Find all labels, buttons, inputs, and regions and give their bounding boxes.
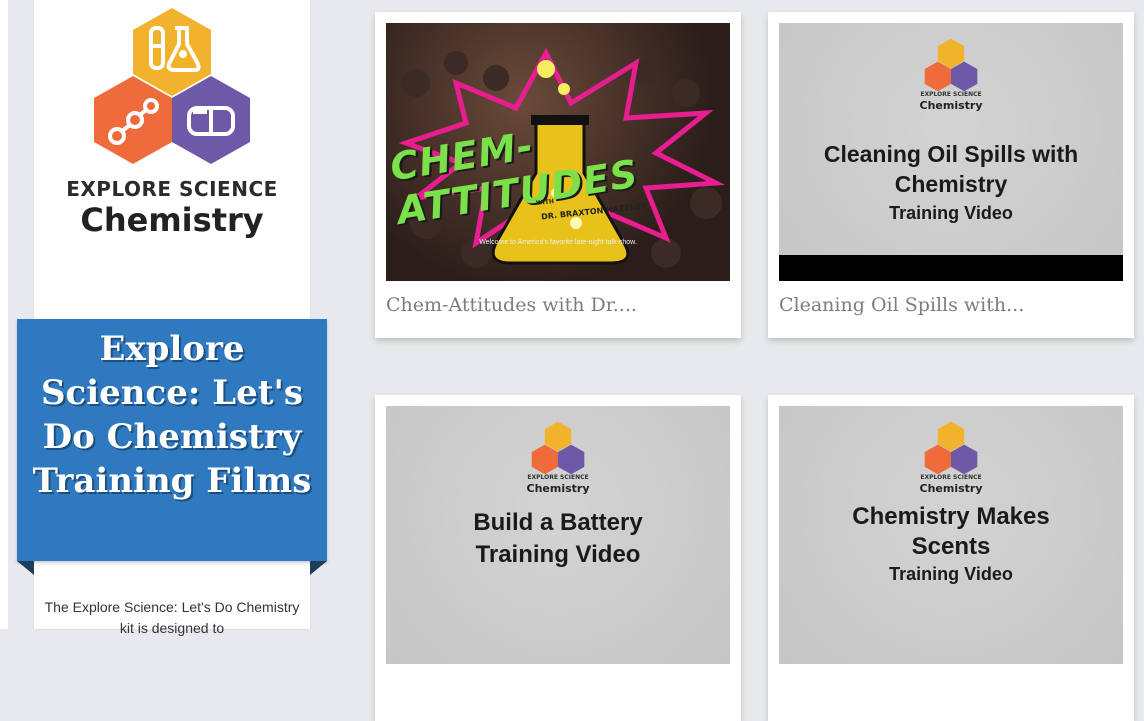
video-thumbnail[interactable]: EXPLORE SCIENCE Chemistry Build a Batter… bbox=[386, 406, 730, 664]
logo-text-top: EXPLORE SCIENCE bbox=[66, 177, 278, 201]
page-title: Explore Science: Let's Do Chemistry Trai… bbox=[32, 329, 312, 501]
page-edge bbox=[0, 0, 8, 629]
hexagon-logo-icon bbox=[924, 421, 978, 475]
logo-text-top: EXPLORE SCIENCE bbox=[920, 91, 982, 98]
thumbnail-heading: Build a Battery bbox=[473, 509, 643, 536]
thumbnail-caption: Welcome to America's favorite late-night… bbox=[479, 239, 637, 246]
logo-text-bottom: Chemistry bbox=[919, 482, 983, 495]
hexagon-logo-icon bbox=[924, 38, 978, 92]
video-thumbnail[interactable]: EXPLORE SCIENCE Chemistry Chemistry Make… bbox=[779, 406, 1123, 664]
banner-fold-left bbox=[17, 561, 34, 575]
logo-text-top: EXPLORE SCIENCE bbox=[920, 474, 982, 481]
sidebar-description: The Explore Science: Let's Do Chemistry … bbox=[44, 599, 300, 636]
explore-science-logo[interactable]: EXPLORE SCIENCE Chemistry bbox=[34, 0, 310, 260]
video-card[interactable]: EXPLORE SCIENCE Chemistry Chemistry Make… bbox=[768, 395, 1134, 721]
thumbnail-subheading: Training Video bbox=[889, 203, 1013, 223]
thumbnail-heading: Chemistry Makes Scents bbox=[852, 503, 1050, 560]
page-title-banner: Explore Science: Let's Do Chemistry Trai… bbox=[17, 319, 327, 561]
video-title[interactable]: Cleaning Oil Spills with... bbox=[779, 294, 1123, 316]
video-thumbnail[interactable]: EXPLORE SCIENCE Chemistry Cleaning Oil S… bbox=[779, 23, 1123, 281]
thumbnail-subheading: Training Video bbox=[475, 541, 641, 568]
logo-text-bottom: Chemistry bbox=[526, 482, 590, 495]
thumbnail-subheading: Training Video bbox=[889, 564, 1013, 584]
video-card[interactable]: EXPLORE SCIENCE Chemistry Cleaning Oil S… bbox=[768, 12, 1134, 338]
logo-text-bottom: Chemistry bbox=[919, 99, 983, 112]
video-card[interactable]: CHEM-ATTITUDES WITH DR. BRAXTON HAZELBY … bbox=[375, 12, 741, 338]
hexagon-logo-icon bbox=[531, 421, 585, 475]
video-card[interactable]: EXPLORE SCIENCE Chemistry Build a Batter… bbox=[375, 395, 741, 721]
video-thumbnail[interactable]: CHEM-ATTITUDES WITH DR. BRAXTON HAZELBY … bbox=[386, 23, 730, 281]
letterbox-bar bbox=[779, 255, 1123, 281]
hexagon-logo-icon bbox=[94, 8, 250, 164]
logo-text-top: EXPLORE SCIENCE bbox=[527, 474, 589, 481]
thumbnail-heading: Cleaning Oil Spills with Chemistry bbox=[823, 141, 1079, 197]
logo-text-bottom: Chemistry bbox=[80, 201, 264, 239]
video-title[interactable]: Chem-Attitudes with Dr.... bbox=[386, 294, 730, 316]
banner-fold-right bbox=[310, 561, 327, 575]
